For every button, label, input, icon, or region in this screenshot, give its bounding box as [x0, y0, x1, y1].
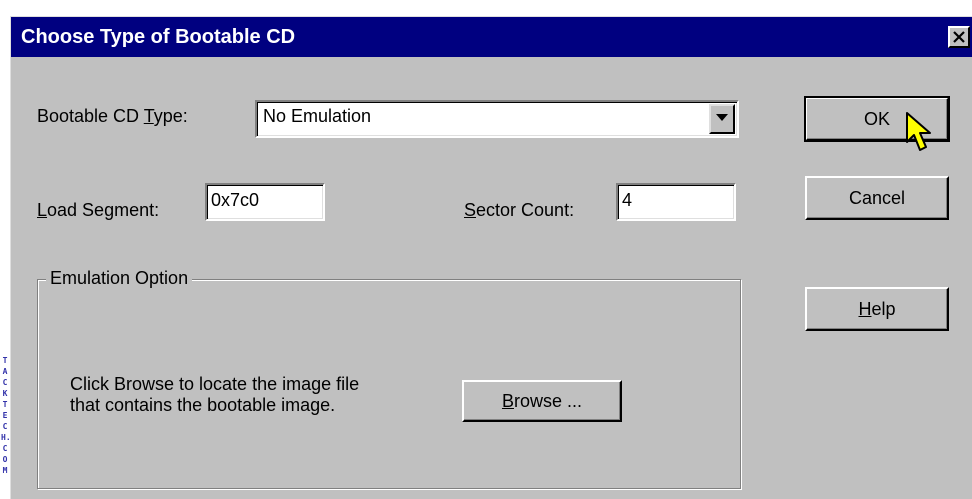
- cd-type-label-accel: T: [143, 106, 154, 126]
- load-segment-label: Load Segment:: [37, 200, 159, 221]
- emulation-instructions-line2: that contains the bootable image.: [70, 395, 336, 415]
- cd-type-dropdown-button[interactable]: [709, 104, 735, 134]
- close-button[interactable]: [948, 26, 970, 48]
- dialog-title: Choose Type of Bootable CD: [21, 26, 296, 48]
- load-segment-value: 0x7c0: [211, 190, 260, 210]
- help-button-accel: H: [858, 298, 872, 319]
- watermark-text: TACKTECH.COM: [1, 356, 10, 475]
- browse-button-accel: B: [501, 390, 514, 411]
- sector-count-value: 4: [622, 190, 633, 210]
- ok-button-label: OK: [863, 108, 890, 129]
- browse-button[interactable]: Browse ...: [462, 380, 622, 422]
- side-watermark: TACKTECH.COM: [0, 355, 10, 499]
- close-icon: [953, 31, 965, 43]
- cancel-button-label: Cancel: [848, 187, 906, 208]
- emulation-instructions-line1: Click Browse to locate the image file: [70, 374, 360, 394]
- help-button-label: elp: [871, 298, 896, 319]
- sector-count-input[interactable]: 4: [616, 183, 736, 221]
- cd-type-label: Bootable CD Type:: [37, 106, 188, 127]
- load-segment-label-accel: L: [37, 200, 48, 220]
- chevron-down-icon: [716, 114, 728, 121]
- sector-count-label-accel: S: [464, 200, 477, 220]
- cd-type-select[interactable]: No Emulation: [255, 100, 739, 138]
- help-button[interactable]: Help: [805, 287, 949, 331]
- cd-type-label-text-end: ype:: [153, 106, 188, 126]
- load-segment-input[interactable]: 0x7c0: [205, 183, 325, 221]
- cd-type-selected-value: No Emulation: [263, 106, 372, 126]
- emulation-option-legend: Emulation Option: [46, 268, 193, 289]
- browse-button-label: rowse ...: [513, 390, 583, 411]
- cd-type-label-text: Bootable CD: [37, 106, 144, 126]
- dialog-titlebar: Choose Type of Bootable CD: [11, 17, 972, 57]
- bootable-cd-dialog: Choose Type of Bootable CD Bootable CD T…: [10, 16, 972, 499]
- cancel-button[interactable]: Cancel: [805, 176, 949, 220]
- sector-count-label-text: ector Count:: [476, 200, 575, 220]
- arrow-cursor-icon: [906, 112, 931, 151]
- load-segment-label-text: oad Segment:: [47, 200, 160, 220]
- emulation-option-group: Emulation Option Click Browse to locate …: [37, 268, 741, 489]
- sector-count-label: Sector Count:: [464, 200, 574, 221]
